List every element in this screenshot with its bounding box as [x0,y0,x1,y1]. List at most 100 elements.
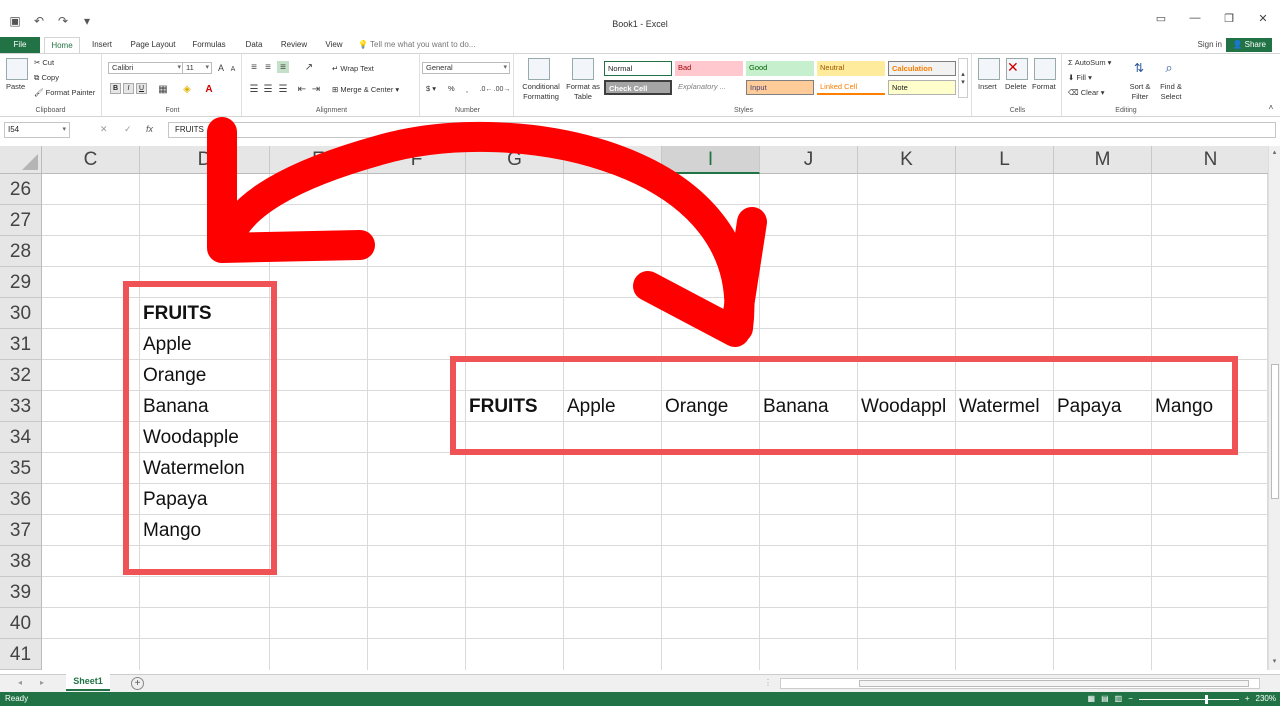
tab-split-handle-icon[interactable]: ⋮ [764,678,772,687]
increase-font-icon[interactable]: A [216,62,226,74]
align-left-icon[interactable]: ☰ [248,83,260,95]
tab-insert[interactable]: Insert [86,37,118,53]
bold-button[interactable]: B [110,83,121,94]
column-header-c[interactable]: C [42,146,140,174]
style-explanatory[interactable]: Explanatory ... [675,80,743,95]
row-header-37[interactable]: 37 [0,515,42,546]
row-header-26[interactable]: 26 [0,174,42,205]
style-bad[interactable]: Bad [675,61,743,76]
column-header-k[interactable]: K [858,146,956,174]
row-header-27[interactable]: 27 [0,205,42,236]
decrease-indent-icon[interactable]: ⇤ [296,83,308,95]
row-header-38[interactable]: 38 [0,546,42,577]
zoom-slider[interactable] [1138,694,1239,704]
formula-input[interactable]: FRUITS [168,122,1276,138]
row-header-40[interactable]: 40 [0,608,42,639]
conditional-formatting-button[interactable]: Conditional Formatting [518,82,564,102]
tab-review[interactable]: Review [278,37,310,53]
column-header-n[interactable]: N [1152,146,1268,174]
next-sheet-icon[interactable]: ▸ [40,678,44,687]
conditional-formatting-icon[interactable] [528,58,550,80]
percent-button[interactable]: % [448,84,455,93]
style-linked-cell[interactable]: Linked Cell [817,80,885,95]
comma-style-icon[interactable]: , [462,83,472,95]
column-header-d[interactable]: D [140,146,270,174]
find-icon[interactable]: ⌕ [1160,58,1178,78]
align-right-icon[interactable]: ☰ [277,83,289,95]
column-header-h[interactable]: H [564,146,662,174]
select-all-button[interactable] [0,146,42,174]
top-align-icon[interactable]: ≡ [248,61,260,73]
style-note[interactable]: Note [888,80,956,95]
zoom-level[interactable]: 230% [1256,692,1276,706]
increase-decimal-icon[interactable]: .0← [480,83,493,95]
format-cells-icon[interactable] [1034,58,1056,80]
style-neutral[interactable]: Neutral [817,61,885,76]
scroll-up-icon[interactable]: ▴ [1269,148,1280,159]
row-header-41[interactable]: 41 [0,639,42,670]
tab-data[interactable]: Data [240,37,268,53]
add-sheet-icon[interactable]: + [131,677,144,690]
cancel-icon[interactable]: ✕ [100,124,108,135]
merge-center-button[interactable]: ⊞ Merge & Center ▾ [332,85,399,94]
format-cells-button[interactable]: Format [1032,82,1056,91]
normal-view-icon[interactable]: ▦ [1088,692,1096,706]
underline-button[interactable]: U [136,83,147,94]
column-header-e[interactable]: E [270,146,368,174]
sign-in-link[interactable]: Sign in [1198,40,1222,49]
italic-button[interactable]: I [123,83,134,94]
paste-icon[interactable] [6,58,28,80]
font-name-dropdown[interactable]: Calibri [108,62,184,74]
row-header-35[interactable]: 35 [0,453,42,484]
zoom-slider-thumb[interactable] [1204,694,1208,704]
tab-file[interactable]: File [0,37,40,53]
style-calculation[interactable]: Calculation [888,61,956,76]
page-layout-view-icon[interactable]: ▤ [1101,692,1109,706]
increase-indent-icon[interactable]: ⇥ [310,83,322,95]
style-check-cell[interactable]: Check Cell [604,80,672,95]
sort-filter-button[interactable]: Sort & Filter [1126,82,1154,102]
orientation-icon[interactable]: ↗ [302,61,316,73]
tab-home[interactable]: Home [44,37,80,53]
delete-cells-icon[interactable]: ✕ [1006,58,1028,80]
column-header-j[interactable]: J [760,146,858,174]
column-header-f[interactable]: F [368,146,466,174]
row-header-30[interactable]: 30 [0,298,42,329]
scroll-down-icon[interactable]: ▾ [1269,657,1280,668]
share-button[interactable]: 👤 Share [1226,38,1272,52]
collapse-ribbon-icon[interactable]: ˄ [1266,102,1276,112]
row-header-32[interactable]: 32 [0,360,42,391]
style-good[interactable]: Good [746,61,814,76]
row-header-39[interactable]: 39 [0,577,42,608]
wrap-text-button[interactable]: ↵ Wrap Text [332,64,374,73]
borders-icon[interactable]: ▦ [156,83,170,95]
cut-button[interactable]: ✂ Cut [34,58,54,67]
paste-button[interactable]: Paste [6,82,25,91]
copy-button[interactable]: ⧉ Copy [34,73,59,83]
insert-function-icon[interactable]: fx [146,124,153,134]
style-normal[interactable]: Normal [604,61,672,76]
close-icon[interactable]: ✕ [1246,12,1280,25]
restore-icon[interactable]: ❐ [1212,12,1246,25]
page-break-view-icon[interactable]: ▥ [1115,692,1123,706]
format-as-table-button[interactable]: Format as Table [564,82,602,102]
prev-sheet-icon[interactable]: ◂ [18,678,22,687]
decrease-font-icon[interactable]: A [228,63,238,75]
delete-cells-button[interactable]: Delete [1005,82,1027,91]
font-color-icon[interactable]: A [202,83,216,95]
ribbon-display-icon[interactable]: ▭ [1144,12,1178,25]
row-header-34[interactable]: 34 [0,422,42,453]
row-header-31[interactable]: 31 [0,329,42,360]
currency-button[interactable]: $ ▾ [426,84,436,93]
name-box[interactable]: I54 [4,122,70,138]
find-select-button[interactable]: Find & Select [1156,82,1186,102]
style-input[interactable]: Input [746,80,814,95]
tab-formulas[interactable]: Formulas [189,37,229,53]
bottom-align-icon[interactable]: ≡ [277,61,289,73]
column-header-l[interactable]: L [956,146,1054,174]
decrease-decimal-icon[interactable]: .00→ [494,83,511,95]
vertical-scrollbar[interactable]: ▴ ▾ [1268,146,1280,670]
zoom-in-icon[interactable]: + [1245,692,1250,706]
tab-view[interactable]: View [320,37,348,53]
tell-me-box[interactable]: 💡 Tell me what you want to do... [358,37,488,53]
